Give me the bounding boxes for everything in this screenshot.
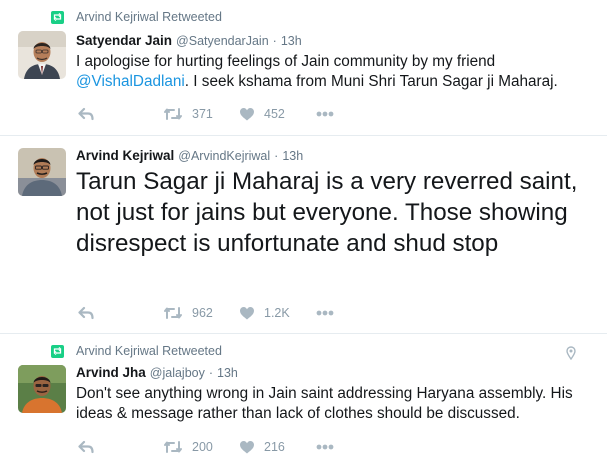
heart-icon: [240, 441, 254, 454]
tweet-text-part: . I seek kshama from Muni Shri Tarun Sag…: [184, 73, 558, 90]
author-name[interactable]: Arvind Jha: [76, 365, 146, 380]
like-button[interactable]: 1.2K: [239, 304, 290, 322]
retweet-context: Arvind Kejriwal Retweeted: [51, 343, 222, 359]
tweet-card[interactable]: Arvind Kejriwal Retweeted Satyendar Jain…: [0, 0, 607, 136]
separator-dot: ·: [274, 149, 279, 163]
tweet-header: Arvind Jha @jalajboy · 13h: [76, 365, 238, 380]
more-dots-icon: [316, 444, 334, 450]
tweet-text-part: I apologise for hurting feelings of Jain…: [76, 53, 496, 70]
tweet-text: Don't see anything wrong in Jain saint a…: [76, 385, 573, 422]
like-button[interactable]: 452: [239, 105, 285, 123]
retweet-context-text[interactable]: Arvind Kejriwal Retweeted: [76, 344, 222, 358]
retweet-context-icon: [51, 344, 64, 358]
author-handle[interactable]: @SatyendarJain: [176, 34, 269, 48]
author-name[interactable]: Satyendar Jain: [76, 33, 172, 48]
retweet-button[interactable]: 371: [163, 105, 213, 123]
like-count: 1.2K: [264, 306, 290, 320]
more-button[interactable]: [316, 438, 334, 456]
retweet-count: 200: [192, 440, 213, 454]
retweet-count: 371: [192, 107, 213, 121]
author-handle[interactable]: @ArvindKejriwal: [178, 149, 270, 163]
avatar[interactable]: [18, 31, 66, 79]
more-dots-icon: [316, 111, 334, 117]
tweet-card[interactable]: Arvind Kejriwal @ArvindKejriwal · 13h Ta…: [0, 136, 607, 334]
separator-dot: ·: [208, 366, 214, 380]
heart-icon: [240, 108, 254, 121]
tweet-text: Tarun Sagar ji Maharaj is a very reverre…: [76, 168, 578, 257]
timestamp[interactable]: 13h: [281, 34, 302, 48]
reply-icon: [78, 306, 94, 320]
tweet-text: I apologise for hurting feelings of Jain…: [76, 52, 596, 92]
separator-dot: ·: [272, 34, 277, 48]
timestamp[interactable]: 13h: [217, 366, 238, 380]
retweet-context: Arvind Kejriwal Retweeted: [51, 9, 222, 25]
author-name[interactable]: Arvind Kejriwal: [76, 148, 174, 163]
tweet-header: Satyendar Jain @SatyendarJain · 13h: [76, 33, 302, 48]
timestamp[interactable]: 13h: [282, 149, 303, 163]
reply-icon: [78, 107, 94, 121]
retweet-context-icon: [51, 10, 64, 24]
retweet-button[interactable]: 962: [163, 304, 213, 322]
tweet-card[interactable]: Arvind Kejriwal Retweeted Arvind Jha @ja…: [0, 334, 607, 457]
more-dots-icon: [316, 310, 334, 316]
avatar[interactable]: [18, 365, 66, 413]
like-count: 216: [264, 440, 285, 454]
more-button[interactable]: [316, 304, 334, 322]
reply-icon: [78, 440, 94, 454]
reply-button[interactable]: [78, 438, 94, 456]
like-count: 452: [264, 107, 285, 121]
reply-button[interactable]: [78, 304, 94, 322]
tweet-header: Arvind Kejriwal @ArvindKejriwal · 13h: [76, 148, 303, 163]
reply-button[interactable]: [78, 105, 94, 123]
retweet-context-text[interactable]: Arvind Kejriwal Retweeted: [76, 10, 222, 24]
more-button[interactable]: [316, 105, 334, 123]
retweet-count: 962: [192, 306, 213, 320]
heart-icon: [240, 307, 254, 320]
location-pin-icon[interactable]: [566, 346, 576, 365]
retweet-icon: [164, 108, 182, 120]
like-button[interactable]: 216: [239, 438, 285, 456]
avatar[interactable]: [18, 148, 66, 196]
retweet-icon: [164, 307, 182, 319]
mention-link[interactable]: @VishalDadlani: [76, 73, 185, 90]
retweet-icon: [164, 441, 182, 453]
author-handle[interactable]: @jalajboy: [150, 366, 205, 380]
retweet-button[interactable]: 200: [163, 438, 213, 456]
